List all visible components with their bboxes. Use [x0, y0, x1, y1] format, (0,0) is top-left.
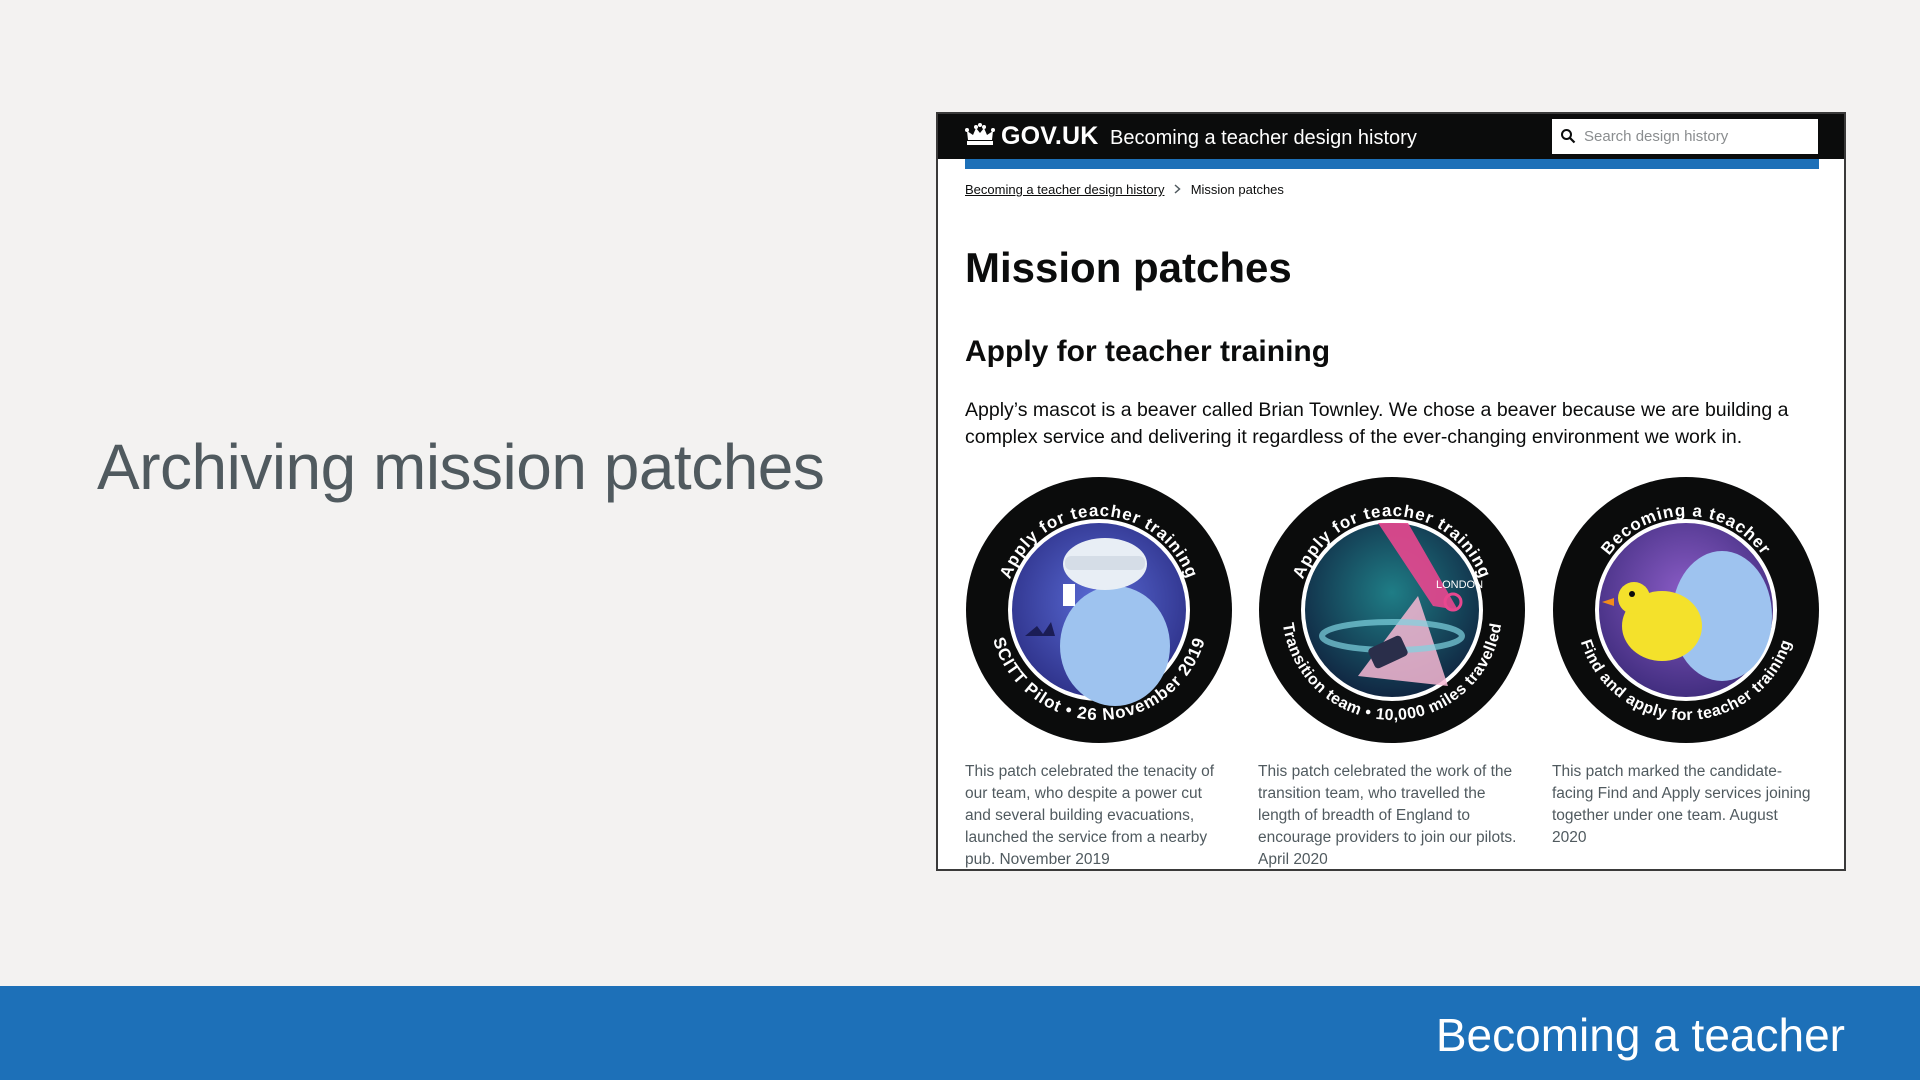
- breadcrumb-parent-link[interactable]: Becoming a teacher design history: [965, 182, 1164, 197]
- section-heading: Apply for teacher training: [965, 335, 1331, 368]
- mission-patch-image: LONDON Apply for teacher training Transi…: [1259, 477, 1525, 743]
- footer-bar: Becoming a teacher: [0, 986, 1920, 1080]
- mission-patch-image: Becoming a teacher Find and apply for te…: [1553, 477, 1819, 743]
- patch-caption: This patch celebrated the tenacity of ou…: [965, 763, 1215, 868]
- website-screenshot: GOV.UK Becoming a teacher design history…: [936, 112, 1846, 871]
- patch-caption: This patch marked the candidate-facing F…: [1552, 763, 1811, 846]
- breadcrumb: Becoming a teacher design history Missio…: [965, 182, 1284, 197]
- slide-title: Archiving mission patches: [97, 431, 825, 503]
- service-name-link[interactable]: Becoming a teacher design history: [1110, 127, 1417, 150]
- page-title: Mission patches: [965, 244, 1292, 291]
- mission-patch-image: Apply for teacher training SCITT Pilot •…: [966, 477, 1232, 743]
- patch-inner-label: LONDON: [1436, 579, 1483, 591]
- govuk-logo[interactable]: GOV.UK: [1001, 122, 1099, 151]
- govuk-header: GOV.UK Becoming a teacher design history…: [938, 114, 1844, 159]
- lede-paragraph: Apply’s mascot is a beaver called Brian …: [965, 399, 1789, 448]
- footer-brand-text: Becoming a teacher: [1435, 1009, 1845, 1061]
- breadcrumb-current: Mission patches: [1190, 182, 1284, 197]
- patch-caption: This patch celebrated the work of the tr…: [1258, 763, 1517, 868]
- search-input[interactable]: Search design history: [1552, 119, 1818, 154]
- search-placeholder: Search design history: [1584, 128, 1729, 145]
- crown-icon: [965, 123, 995, 145]
- header-blue-rule: [965, 159, 1819, 169]
- chevron-right-icon: [1174, 184, 1181, 194]
- search-icon: [1561, 129, 1576, 144]
